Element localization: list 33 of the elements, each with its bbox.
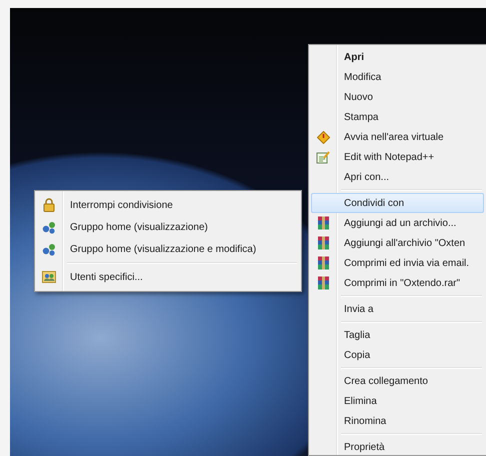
menu-item[interactable]: Comprimi in "Oxtendo.rar": [311, 273, 484, 293]
menu-item[interactable]: Gruppo home (visualizzazione): [37, 216, 299, 238]
menu-item[interactable]: Utenti specifici...: [37, 266, 299, 288]
menu-item[interactable]: Copia: [311, 345, 484, 365]
menu-item[interactable]: Aggiungi all'archivio "Oxten: [311, 233, 484, 253]
notepad-icon: [316, 150, 330, 164]
menu-item[interactable]: Aggiungi ad un archivio...: [311, 213, 484, 233]
archive-icon: [316, 276, 330, 290]
menu-item[interactable]: Apri con...: [311, 167, 484, 187]
menu-item[interactable]: Stampa: [311, 107, 484, 127]
menu-item[interactable]: Invia a: [311, 299, 484, 319]
diamond-icon: [316, 130, 330, 144]
archive-icon: [316, 256, 330, 270]
archive-icon: [316, 236, 330, 250]
menu-item[interactable]: Avvia nell'area virtuale: [311, 127, 484, 147]
menu-item[interactable]: Comprimi ed invia via email.: [311, 253, 484, 273]
lock-icon: [43, 198, 55, 212]
menu-item[interactable]: Crea collegamento: [311, 371, 484, 391]
menu-item[interactable]: Rinomina: [311, 411, 484, 431]
menu-item[interactable]: Gruppo home (visualizzazione e modifica): [37, 238, 299, 260]
network-icon: [42, 242, 56, 256]
menu-item[interactable]: Interrompi condivisione: [37, 194, 299, 216]
menu-item[interactable]: Apri: [311, 47, 484, 67]
network-icon: [42, 220, 56, 234]
menu-item[interactable]: Condividi con: [311, 193, 484, 213]
users-icon: [42, 271, 56, 283]
menu-item[interactable]: Taglia: [311, 325, 484, 345]
menu-item[interactable]: Edit with Notepad++: [311, 147, 484, 167]
menu-item[interactable]: Modifica: [311, 67, 484, 87]
menu-item[interactable]: Elimina: [311, 391, 484, 411]
menu-item[interactable]: Proprietà: [311, 437, 484, 455]
archive-icon: [316, 216, 330, 230]
menu-item[interactable]: Nuovo: [311, 87, 484, 107]
